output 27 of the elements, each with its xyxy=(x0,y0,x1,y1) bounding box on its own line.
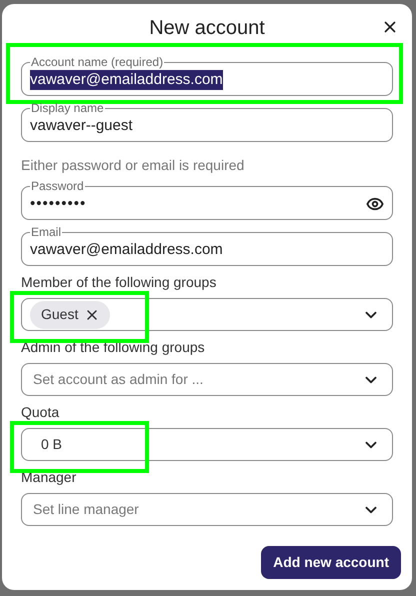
show-password-icon[interactable] xyxy=(366,195,384,213)
select-placeholder: Set line manager xyxy=(32,500,139,519)
select-field[interactable]: Set line manager xyxy=(21,493,393,526)
field-label: Account name (required) xyxy=(30,56,164,68)
select-value: 0 B xyxy=(40,435,62,454)
select-field[interactable]: Set account as admin for ... xyxy=(21,363,393,396)
select-field[interactable]: 0 B xyxy=(21,428,393,461)
hint-text: Either password or email is required xyxy=(21,156,246,174)
field-value: vawaver@emailaddress.com xyxy=(30,240,223,260)
field-label: Member of the following groups xyxy=(21,274,216,290)
field-label: Display name xyxy=(30,102,105,114)
select-field[interactable]: Guest xyxy=(21,298,393,331)
password-field[interactable]: Password ••••••••• xyxy=(21,180,393,220)
text-field[interactable]: Account name (required) vawaver@emailaddress.com xyxy=(21,56,393,96)
text-field[interactable]: Display name vawaver--guest xyxy=(21,102,393,142)
field-value: vawaver--guest xyxy=(30,116,133,136)
group-tag[interactable]: Guest xyxy=(30,300,110,328)
add-account-button[interactable]: Add new account xyxy=(261,546,401,579)
field-label: Manager xyxy=(21,469,76,485)
field-label: Password xyxy=(30,180,85,192)
field-label: Quota xyxy=(21,404,60,420)
text-field[interactable]: Email vawaver@emailaddress.com xyxy=(21,226,393,266)
dialog-title: New account xyxy=(149,16,265,40)
password-value: ••••••••• xyxy=(30,194,88,214)
field-value: vawaver@emailaddress.com xyxy=(30,70,223,90)
field-label: Email xyxy=(30,226,62,238)
select-placeholder: Set account as admin for ... xyxy=(32,370,204,389)
